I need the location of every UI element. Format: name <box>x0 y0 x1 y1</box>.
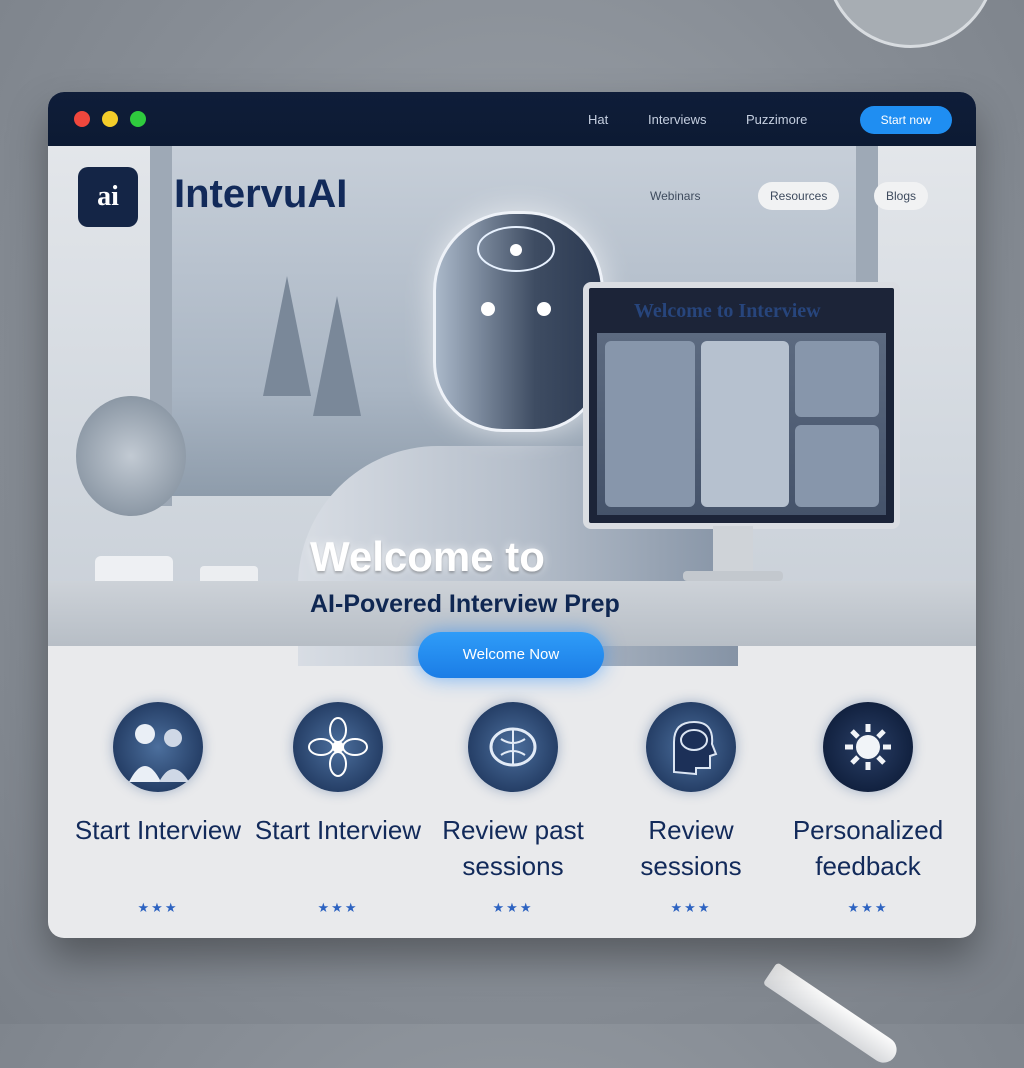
feature-label: Start Interview <box>254 815 422 845</box>
screen-avatar-card <box>701 341 789 507</box>
feature-label: Review past sessions <box>442 815 584 881</box>
hero-section: ai IntervuAI Webinars Resources Blogs We… <box>48 146 976 666</box>
feature-card[interactable]: Start Interview ★★★ <box>253 702 423 932</box>
monitor-display: Welcome to Interview <box>583 282 900 529</box>
title-cta-button[interactable]: Start now <box>860 106 952 134</box>
screen-panel <box>605 341 695 507</box>
rating-stars: ★★★ <box>847 900 889 915</box>
top-link-2[interactable]: Interviews <box>648 112 707 127</box>
feature-label: Personalized feedback <box>792 815 944 881</box>
nav-item-webinars[interactable]: Webinars <box>638 182 712 210</box>
feature-label: Review sessions <box>640 815 742 881</box>
title-bar: Hat Interviews Puzzimore Start now <box>48 92 976 146</box>
top-link-3[interactable]: Puzzimore <box>746 112 807 127</box>
app-logo[interactable]: ai <box>78 167 138 227</box>
feature-card[interactable]: Personalized feedback ★★★ <box>783 702 953 932</box>
network-icon <box>293 702 383 792</box>
people-icon <box>113 702 203 792</box>
rating-stars: ★★★ <box>137 900 179 915</box>
minimize-dot[interactable] <box>102 111 118 127</box>
brain-icon <box>468 702 558 792</box>
rating-stars: ★★★ <box>670 900 712 915</box>
feature-card[interactable]: Start Interview ★★★ <box>73 702 243 932</box>
nav-item-blogs[interactable]: Blogs <box>874 182 929 210</box>
brand-name[interactable]: IntervuAI <box>174 172 347 217</box>
tree-silhouette <box>313 296 361 416</box>
brain-glow-icon <box>477 226 555 316</box>
hero-title: Welcome to <box>310 533 545 580</box>
feature-card[interactable]: Review past sessions ★★★ <box>428 702 598 932</box>
maximize-dot[interactable] <box>130 111 146 127</box>
plant-illustration <box>76 396 186 516</box>
rating-stars: ★★★ <box>492 900 534 915</box>
feature-label: Start Interview <box>74 815 242 845</box>
gear-icon <box>823 702 913 792</box>
app-window: Hat Interviews Puzzimore Start now ai In… <box>48 92 976 938</box>
ai-avatar-head <box>433 211 604 432</box>
stylus <box>762 962 902 1068</box>
monitor-stand <box>713 526 753 576</box>
close-dot[interactable] <box>74 111 90 127</box>
nav-item-resources[interactable]: Resources <box>758 182 840 210</box>
screen-card-1 <box>795 341 879 417</box>
head-brain-icon <box>646 702 736 792</box>
monitor-title: Welcome to Interview <box>634 300 821 322</box>
welcome-cta-button[interactable]: Welcome Now <box>418 632 604 678</box>
monitor-screen <box>597 333 886 515</box>
hero-subtitle: AI-Povered Interview Prep <box>310 590 620 618</box>
rating-stars: ★★★ <box>317 900 359 915</box>
feature-row: Start Interview ★★★ Start Interview ★★★ … <box>48 692 976 938</box>
desk-object <box>825 0 996 48</box>
screen-card-2 <box>795 425 879 507</box>
feature-card[interactable]: Review sessions ★★★ <box>606 702 776 932</box>
monitor-stand-base <box>683 571 783 581</box>
tree-silhouette <box>263 276 311 396</box>
top-link-1[interactable]: Hat <box>588 112 608 127</box>
